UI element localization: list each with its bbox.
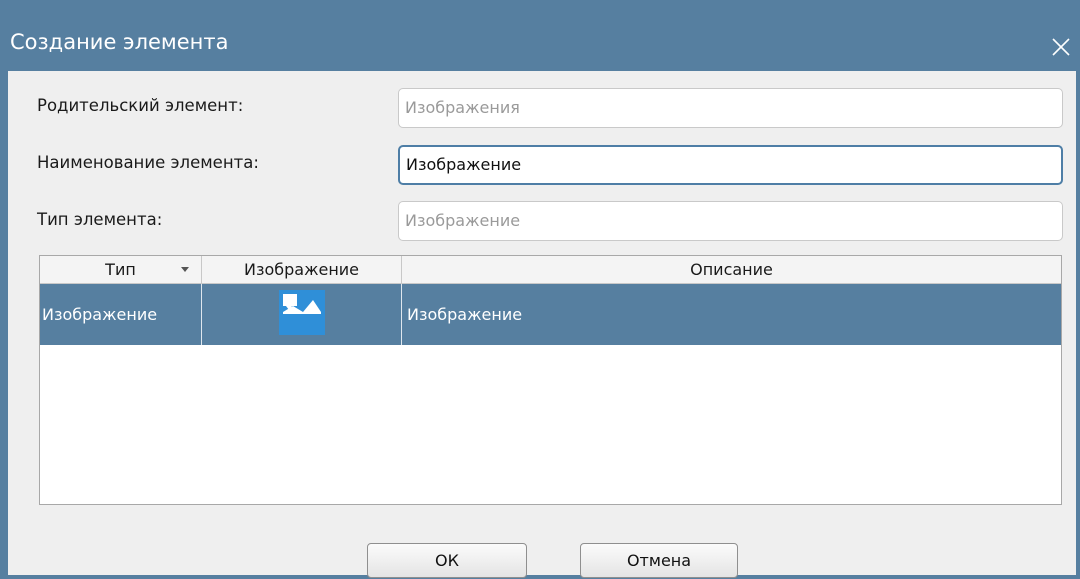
parent-element-field[interactable]: Изображения <box>398 88 1063 128</box>
table-header: Тип Изображение Описание <box>40 256 1061 284</box>
element-type-table[interactable]: Тип Изображение Описание Изображение Изо… <box>39 255 1062 505</box>
parent-element-label: Родительский элемент: <box>37 96 244 115</box>
column-type-label: Тип <box>105 260 136 279</box>
cell-type: Изображение <box>40 284 202 345</box>
table-row[interactable]: Изображение Изображение <box>40 284 1061 345</box>
cell-description: Изображение <box>407 305 523 324</box>
ok-button[interactable]: ОК <box>367 543 527 578</box>
element-name-label: Наименование элемента: <box>37 153 259 172</box>
element-name-field[interactable]: Изображение <box>398 145 1063 185</box>
column-header-description[interactable]: Описание <box>402 256 1061 283</box>
create-element-dialog: Создание элемента Родительский элемент: … <box>0 0 1080 579</box>
title-bar[interactable]: Создание элемента <box>0 8 1080 70</box>
close-icon[interactable] <box>1050 36 1072 58</box>
image-icon <box>279 290 325 335</box>
sort-arrow-icon <box>181 267 189 272</box>
cancel-button[interactable]: Отмена <box>580 543 738 578</box>
element-type-label: Тип элемента: <box>37 210 163 229</box>
dialog-title: Создание элемента <box>10 30 229 54</box>
element-type-field[interactable]: Изображение <box>398 201 1063 241</box>
cell-image <box>202 284 402 345</box>
dialog-body: Родительский элемент: Изображения Наимен… <box>8 71 1076 578</box>
column-header-type[interactable]: Тип <box>40 256 202 283</box>
column-header-image[interactable]: Изображение <box>202 256 402 283</box>
